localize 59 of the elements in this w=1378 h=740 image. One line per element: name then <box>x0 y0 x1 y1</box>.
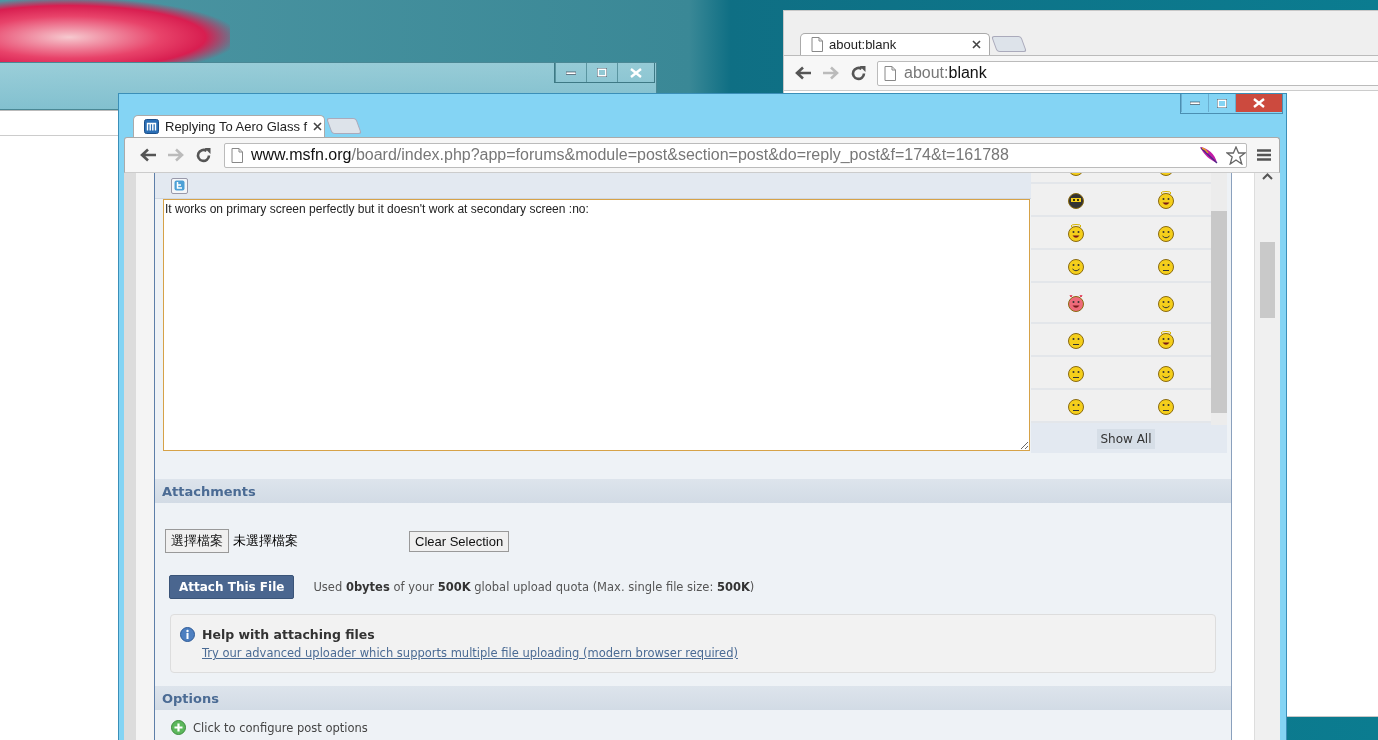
smiley-icon[interactable] <box>1067 363 1085 382</box>
browser-tab[interactable]: Replying To Aero Glass f <box>133 115 325 137</box>
clear-selection-button[interactable]: Clear Selection <box>409 530 510 552</box>
page-icon <box>811 37 823 52</box>
smiley-icon[interactable] <box>1157 223 1175 242</box>
url-text: about:blank <box>904 64 987 82</box>
attach-file-button[interactable]: Attach This File <box>169 575 295 599</box>
smiley-icon[interactable] <box>1067 293 1085 312</box>
editor-button[interactable] <box>171 177 188 194</box>
help-title: Help with attaching files <box>202 627 376 642</box>
back-icon[interactable] <box>139 148 157 162</box>
plus-icon[interactable] <box>171 720 186 735</box>
smiley-icon[interactable] <box>1157 330 1175 349</box>
smiley-icon[interactable] <box>1157 256 1175 275</box>
page-icon <box>884 65 896 81</box>
tab-close-icon[interactable] <box>313 122 323 131</box>
reload-icon[interactable] <box>195 146 212 164</box>
tab-close-icon[interactable] <box>972 40 981 49</box>
quota-text: Used 0bytes of your 500K global upload quota (Max. single file size: 500K) <box>313 580 755 594</box>
m-logo-icon <box>144 119 159 134</box>
smiley-icon[interactable] <box>1157 293 1175 312</box>
smiley-icon[interactable] <box>1157 396 1175 415</box>
choose-file-button[interactable]: 選擇檔案 <box>165 529 229 553</box>
scrollbar[interactable] <box>1254 173 1280 740</box>
scrollbar[interactable] <box>1211 173 1227 425</box>
scroll-up-icon[interactable] <box>1262 173 1273 180</box>
section-title: Options <box>162 690 219 706</box>
uploader-link[interactable]: Try our advanced uploader which supports multiple file uploading (modern browser required) <box>202 646 738 660</box>
smiley-icon[interactable] <box>1157 190 1175 209</box>
star-icon[interactable] <box>1226 145 1246 165</box>
smiley-icon[interactable] <box>1067 223 1085 242</box>
page-icon <box>231 147 243 163</box>
smiley-icon[interactable] <box>1067 330 1085 349</box>
message-textarea[interactable]: It works on primary screen perfectly but it doesn't work at secondary screen :no: <box>163 199 1030 451</box>
minimize-icon[interactable] <box>566 70 576 75</box>
reload-icon[interactable] <box>850 64 867 82</box>
section-title: Attachments <box>162 483 256 499</box>
show-all-button[interactable]: Show All <box>1097 429 1155 449</box>
scrollbar-thumb[interactable] <box>1211 211 1227 413</box>
scrollbar-thumb[interactable] <box>1260 242 1275 318</box>
maximize-icon[interactable] <box>597 68 607 77</box>
back-icon[interactable] <box>794 66 812 80</box>
address-bar[interactable]: about:blank <box>877 60 1378 86</box>
file-status-label: 未選擇檔案 <box>233 532 299 550</box>
letter-t-icon <box>174 180 185 191</box>
close-icon[interactable] <box>1253 98 1265 108</box>
smiley-icon[interactable] <box>1067 190 1085 209</box>
url-text: www.msfn.org/board/index.php?app=forums&module=post&section=post&do=reply_post&f=174&t=161788 <box>251 146 1010 164</box>
browser-tab[interactable]: about:blank <box>800 33 990 55</box>
smiley-icon[interactable] <box>1157 363 1175 382</box>
menu-icon[interactable] <box>1257 149 1271 161</box>
smiley-icon[interactable] <box>1067 396 1085 415</box>
configure-options-link[interactable]: Click to configure post options <box>193 720 368 735</box>
info-icon <box>180 627 195 642</box>
address-bar[interactable]: www.msfn.org/board/index.php?app=forums&module=post&section=post&do=reply_post&f=174&t=161788 <box>224 142 1247 168</box>
minimize-icon[interactable] <box>1190 101 1200 105</box>
maximize-icon[interactable] <box>1217 98 1227 108</box>
smiley-icon[interactable] <box>1067 256 1085 275</box>
feather-icon[interactable] <box>1198 145 1218 165</box>
